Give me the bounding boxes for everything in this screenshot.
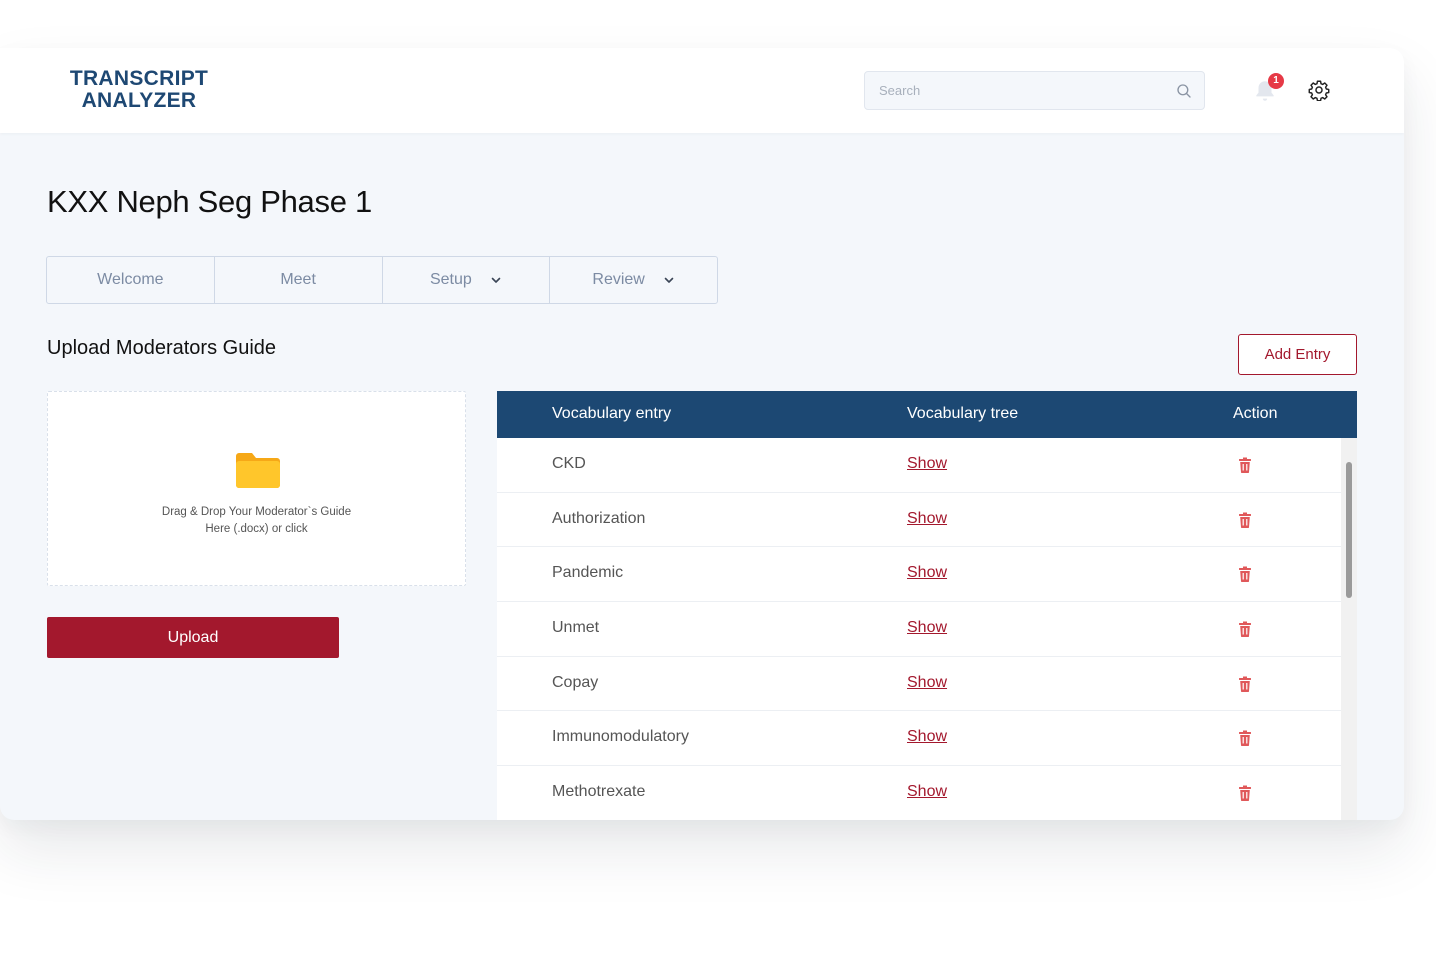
trash-icon[interactable] bbox=[1238, 457, 1252, 473]
table-header: Vocabulary entry Vocabulary tree Action bbox=[497, 391, 1357, 438]
table-row: Copay Show bbox=[497, 657, 1341, 712]
vocabulary-entry: CKD bbox=[552, 455, 586, 472]
show-tree-link[interactable]: Show bbox=[907, 510, 947, 528]
add-entry-button[interactable]: Add Entry bbox=[1238, 334, 1357, 375]
logo-line-2: ANALYZER bbox=[81, 89, 197, 112]
trash-icon[interactable] bbox=[1238, 785, 1252, 802]
section-title: Upload Moderators Guide bbox=[47, 337, 277, 359]
column-header-action: Action bbox=[1233, 405, 1278, 422]
tab-label: Welcome bbox=[97, 271, 164, 288]
table-body: CKD Show Authorization Show Pandemic Sho… bbox=[497, 438, 1341, 820]
tab-setup[interactable]: Setup bbox=[383, 257, 551, 303]
tab-meet[interactable]: Meet bbox=[215, 257, 383, 303]
tab-label: Review bbox=[592, 271, 645, 288]
top-bar: TRANSCRIPT ANALYZER 1 bbox=[0, 48, 1404, 133]
table-row: Immunomodulatory Show bbox=[497, 711, 1341, 767]
search-icon[interactable] bbox=[1175, 82, 1193, 100]
vocabulary-entry: Pandemic bbox=[552, 564, 624, 582]
trash-icon[interactable] bbox=[1238, 566, 1252, 583]
table-row: Methotrexate Show bbox=[497, 766, 1341, 820]
tab-label: Setup bbox=[429, 271, 472, 288]
dropzone-text-line-2: Here (.docx) or click bbox=[205, 523, 308, 535]
chevron-down-icon bbox=[664, 277, 674, 283]
show-tree-link[interactable]: Show bbox=[907, 674, 947, 692]
trash-icon[interactable] bbox=[1238, 621, 1252, 638]
column-header-tree: Vocabulary tree bbox=[907, 405, 1019, 422]
trash-icon[interactable] bbox=[1238, 512, 1252, 528]
upload-button[interactable]: Upload bbox=[47, 617, 339, 658]
search-input[interactable] bbox=[865, 72, 1165, 109]
tab-review[interactable]: Review bbox=[550, 257, 717, 303]
folder-icon bbox=[236, 453, 280, 488]
vocabulary-entry: Unmet bbox=[552, 619, 600, 637]
scrollbar-thumb[interactable] bbox=[1346, 462, 1352, 598]
trash-icon[interactable] bbox=[1238, 676, 1252, 692]
show-tree-link[interactable]: Show bbox=[907, 728, 947, 746]
app-logo[interactable]: TRANSCRIPT ANALYZER bbox=[59, 68, 219, 112]
tab-label: Meet bbox=[280, 271, 316, 288]
trash-icon[interactable] bbox=[1238, 730, 1252, 747]
gear-icon[interactable] bbox=[1308, 79, 1330, 101]
notification-badge: 1 bbox=[1268, 73, 1284, 89]
column-header-entry: Vocabulary entry bbox=[552, 405, 672, 422]
file-dropzone[interactable]: Drag & Drop Your Moderator`s Guide Here … bbox=[47, 391, 466, 586]
table-scrollbar[interactable] bbox=[1341, 438, 1357, 820]
show-tree-link[interactable]: Show bbox=[907, 564, 947, 582]
show-tree-link[interactable]: Show bbox=[907, 619, 947, 637]
dropzone-instructions: Drag & Drop Your Moderator`s Guide Here … bbox=[48, 504, 465, 538]
logo-line-1: TRANSCRIPT bbox=[69, 67, 209, 90]
show-tree-link[interactable]: Show bbox=[907, 455, 947, 473]
search-box bbox=[864, 71, 1205, 110]
table-row: Authorization Show bbox=[497, 493, 1341, 548]
step-tabs: Welcome Meet Setup Review bbox=[46, 256, 718, 304]
table-row: CKD Show bbox=[497, 438, 1341, 493]
tab-welcome[interactable]: Welcome bbox=[47, 257, 215, 303]
vocabulary-entry: Methotrexate bbox=[552, 783, 646, 801]
page-title: KXX Neph Seg Phase 1 bbox=[47, 184, 372, 219]
chevron-down-icon bbox=[491, 277, 501, 283]
show-tree-link[interactable]: Show bbox=[907, 783, 947, 801]
table-row: Unmet Show bbox=[497, 602, 1341, 657]
dropzone-text-line-1: Drag & Drop Your Moderator`s Guide bbox=[161, 506, 352, 518]
vocabulary-entry: Immunomodulatory bbox=[552, 728, 689, 746]
vocabulary-entry: Authorization bbox=[552, 509, 646, 527]
table-row: Pandemic Show bbox=[497, 547, 1341, 603]
app-window: TRANSCRIPT ANALYZER 1 KXX Neph Seg Phase… bbox=[0, 48, 1404, 820]
vocabulary-table: Vocabulary entry Vocabulary tree Action … bbox=[497, 391, 1357, 820]
vocabulary-entry: Copay bbox=[552, 673, 599, 691]
